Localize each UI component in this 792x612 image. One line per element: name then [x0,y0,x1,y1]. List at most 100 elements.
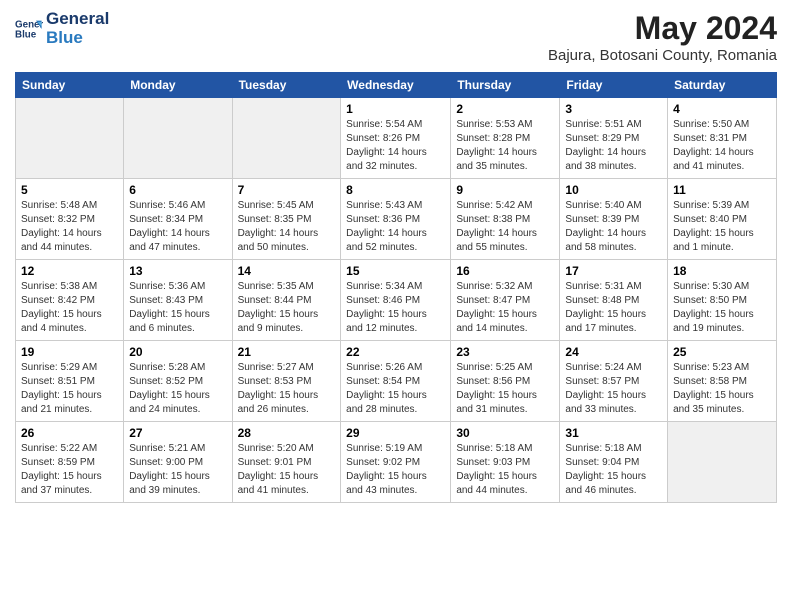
day-number: 22 [346,345,445,359]
day-of-week-header: Wednesday [341,73,451,98]
day-info: Sunrise: 5:45 AMSunset: 8:35 PMDaylight:… [238,199,336,255]
day-number: 1 [346,102,445,116]
day-number: 29 [346,426,445,440]
calendar-day-cell: 20 Sunrise: 5:28 AMSunset: 8:52 PMDayligh… [124,341,232,422]
day-info: Sunrise: 5:35 AMSunset: 8:44 PMDaylight:… [238,280,336,336]
day-number: 17 [565,264,662,278]
calendar-day-cell: 5 Sunrise: 5:48 AMSunset: 8:32 PMDaylight… [16,179,124,260]
day-number: 27 [129,426,226,440]
day-of-week-header: Saturday [668,73,777,98]
calendar-page: General Blue General Blue May 2024 Bajur… [0,0,792,513]
day-number: 26 [21,426,118,440]
calendar-day-cell: 12Sunrise: 5:38 AMSunset: 8:42 PMDayligh… [16,260,124,341]
day-info: Sunrise: 5:54 AMSunset: 8:26 PMDaylight:… [346,118,445,174]
calendar-day-cell: 15 Sunrise: 5:34 AMSunset: 8:46 PMDayligh… [341,260,451,341]
header: General Blue General Blue May 2024 Bajur… [15,10,777,64]
day-info: Sunrise: 5:42 AMSunset: 8:38 PMDaylight:… [456,199,554,255]
day-number: 2 [456,102,554,116]
calendar-day-cell: 26 Sunrise: 5:22 AMSunset: 8:59 PMDayligh… [16,422,124,503]
day-info: Sunrise: 5:46 AMSunset: 8:34 PMDaylight:… [129,199,226,255]
calendar-day-cell: 23 Sunrise: 5:25 AMSunset: 8:56 PMDayligh… [451,341,560,422]
calendar-table: SundayMondayTuesdayWednesdayThursdayFrid… [15,72,777,503]
day-number: 30 [456,426,554,440]
day-number: 28 [238,426,336,440]
day-info: Sunrise: 5:25 AMSunset: 8:56 PMDaylight:… [456,361,554,417]
day-info: Sunrise: 5:31 AMSunset: 8:48 PMDaylight:… [565,280,662,336]
day-number: 16 [456,264,554,278]
location: Bajura, Botosani County, Romania [548,47,777,64]
calendar-header-row: SundayMondayTuesdayWednesdayThursdayFrid… [16,73,777,98]
day-info: Sunrise: 5:53 AMSunset: 8:28 PMDaylight:… [456,118,554,174]
calendar-day-cell [232,98,341,179]
day-info: Sunrise: 5:50 AMSunset: 8:31 PMDaylight:… [673,118,771,174]
day-info: Sunrise: 5:32 AMSunset: 8:47 PMDaylight:… [456,280,554,336]
calendar-week-row: 12Sunrise: 5:38 AMSunset: 8:42 PMDayligh… [16,260,777,341]
day-of-week-header: Thursday [451,73,560,98]
day-info: Sunrise: 5:26 AMSunset: 8:54 PMDaylight:… [346,361,445,417]
day-number: 5 [21,183,118,197]
calendar-day-cell: 27 Sunrise: 5:21 AMSunset: 9:00 PMDayligh… [124,422,232,503]
day-info: Sunrise: 5:39 AMSunset: 8:40 PMDaylight:… [673,199,771,255]
day-info: Sunrise: 5:27 AMSunset: 8:53 PMDaylight:… [238,361,336,417]
logo: General Blue General Blue [15,10,109,47]
calendar-day-cell: 13Sunrise: 5:36 AMSunset: 8:43 PMDayligh… [124,260,232,341]
day-number: 20 [129,345,226,359]
day-info: Sunrise: 5:28 AMSunset: 8:52 PMDaylight:… [129,361,226,417]
calendar-day-cell: 28 Sunrise: 5:20 AMSunset: 9:01 PMDayligh… [232,422,341,503]
day-number: 4 [673,102,771,116]
logo-general: General [46,10,109,29]
calendar-day-cell: 24Sunrise: 5:24 AMSunset: 8:57 PMDayligh… [560,341,668,422]
calendar-day-cell: 9 Sunrise: 5:42 AMSunset: 8:38 PMDaylight… [451,179,560,260]
calendar-day-cell: 6Sunrise: 5:46 AMSunset: 8:34 PMDaylight… [124,179,232,260]
calendar-day-cell: 17 Sunrise: 5:31 AMSunset: 8:48 PMDayligh… [560,260,668,341]
calendar-day-cell: 29Sunrise: 5:19 AMSunset: 9:02 PMDayligh… [341,422,451,503]
calendar-day-cell: 30 Sunrise: 5:18 AMSunset: 9:03 PMDayligh… [451,422,560,503]
day-number: 9 [456,183,554,197]
day-info: Sunrise: 5:48 AMSunset: 8:32 PMDaylight:… [21,199,118,255]
day-info: Sunrise: 5:21 AMSunset: 9:00 PMDaylight:… [129,442,226,498]
calendar-day-cell: 2 Sunrise: 5:53 AMSunset: 8:28 PMDaylight… [451,98,560,179]
day-of-week-header: Monday [124,73,232,98]
day-info: Sunrise: 5:18 AMSunset: 9:04 PMDaylight:… [565,442,662,498]
day-number: 25 [673,345,771,359]
calendar-day-cell: 21Sunrise: 5:27 AMSunset: 8:53 PMDayligh… [232,341,341,422]
calendar-week-row: 5 Sunrise: 5:48 AMSunset: 8:32 PMDaylight… [16,179,777,260]
calendar-week-row: 1 Sunrise: 5:54 AMSunset: 8:26 PMDaylight… [16,98,777,179]
calendar-day-cell: 3 Sunrise: 5:51 AMSunset: 8:29 PMDaylight… [560,98,668,179]
day-number: 15 [346,264,445,278]
day-info: Sunrise: 5:51 AMSunset: 8:29 PMDaylight:… [565,118,662,174]
day-number: 12 [21,264,118,278]
day-info: Sunrise: 5:22 AMSunset: 8:59 PMDaylight:… [21,442,118,498]
day-number: 11 [673,183,771,197]
calendar-day-cell: 10Sunrise: 5:40 AMSunset: 8:39 PMDayligh… [560,179,668,260]
calendar-week-row: 26 Sunrise: 5:22 AMSunset: 8:59 PMDayligh… [16,422,777,503]
day-number: 31 [565,426,662,440]
calendar-day-cell: 11 Sunrise: 5:39 AMSunset: 8:40 PMDayligh… [668,179,777,260]
calendar-day-cell: 14 Sunrise: 5:35 AMSunset: 8:44 PMDayligh… [232,260,341,341]
calendar-day-cell [124,98,232,179]
day-number: 13 [129,264,226,278]
day-number: 23 [456,345,554,359]
logo-blue: Blue [46,29,109,48]
day-info: Sunrise: 5:43 AMSunset: 8:36 PMDaylight:… [346,199,445,255]
day-info: Sunrise: 5:20 AMSunset: 9:01 PMDaylight:… [238,442,336,498]
calendar-day-cell: 8 Sunrise: 5:43 AMSunset: 8:36 PMDaylight… [341,179,451,260]
calendar-day-cell: 25Sunrise: 5:23 AMSunset: 8:58 PMDayligh… [668,341,777,422]
day-number: 14 [238,264,336,278]
month-title: May 2024 [548,10,777,47]
day-info: Sunrise: 5:30 AMSunset: 8:50 PMDaylight:… [673,280,771,336]
day-number: 10 [565,183,662,197]
svg-text:Blue: Blue [15,29,37,40]
day-info: Sunrise: 5:24 AMSunset: 8:57 PMDaylight:… [565,361,662,417]
day-info: Sunrise: 5:18 AMSunset: 9:03 PMDaylight:… [456,442,554,498]
day-info: Sunrise: 5:34 AMSunset: 8:46 PMDaylight:… [346,280,445,336]
day-info: Sunrise: 5:29 AMSunset: 8:51 PMDaylight:… [21,361,118,417]
day-of-week-header: Friday [560,73,668,98]
day-number: 7 [238,183,336,197]
day-number: 3 [565,102,662,116]
calendar-day-cell [16,98,124,179]
calendar-day-cell: 7 Sunrise: 5:45 AMSunset: 8:35 PMDaylight… [232,179,341,260]
calendar-day-cell: 18Sunrise: 5:30 AMSunset: 8:50 PMDayligh… [668,260,777,341]
day-number: 8 [346,183,445,197]
calendar-day-cell: 4 Sunrise: 5:50 AMSunset: 8:31 PMDaylight… [668,98,777,179]
